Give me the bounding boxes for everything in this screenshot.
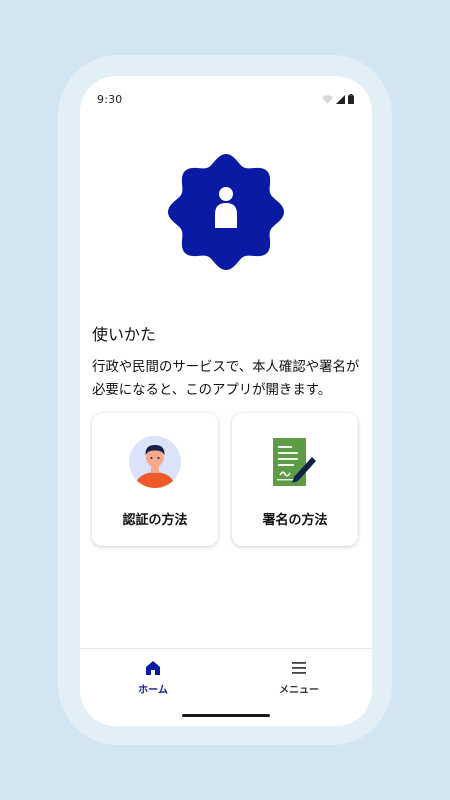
home-indicator[interactable] [182, 714, 270, 717]
card-label: 署名の方法 [262, 513, 328, 528]
status-icons [322, 94, 354, 104]
home-icon [146, 661, 160, 675]
phone-screen: 9:30 使いかた 行政や民間のサービスで、本人確認や署名が必要になると、このア… [80, 76, 372, 726]
card-label: 認証の方法 [122, 513, 188, 528]
document-sign-illustration [273, 438, 316, 486]
authentication-method-card[interactable]: 認証の方法 [92, 413, 218, 546]
page-title: 使いかた [92, 325, 157, 344]
signature-method-card[interactable]: 署名の方法 [232, 413, 358, 546]
description-text: 行政や民間のサービスで、本人確認や署名が必要になると、このアプリが開きます。 [92, 360, 360, 398]
nav-item-home[interactable]: ホーム [80, 659, 226, 701]
nav-label: メニュー [279, 685, 319, 696]
person-avatar-illustration [129, 436, 181, 488]
wifi-icon [322, 95, 333, 104]
status-bar: 9:30 [80, 76, 372, 124]
nav-label: ホーム [138, 685, 168, 696]
status-time: 9:30 [97, 93, 123, 106]
signal-icon [336, 95, 345, 104]
hamburger-menu-icon [292, 662, 306, 674]
battery-icon [348, 94, 354, 104]
verified-person-badge-icon [168, 154, 284, 270]
nav-item-menu[interactable]: メニュー [226, 659, 372, 701]
